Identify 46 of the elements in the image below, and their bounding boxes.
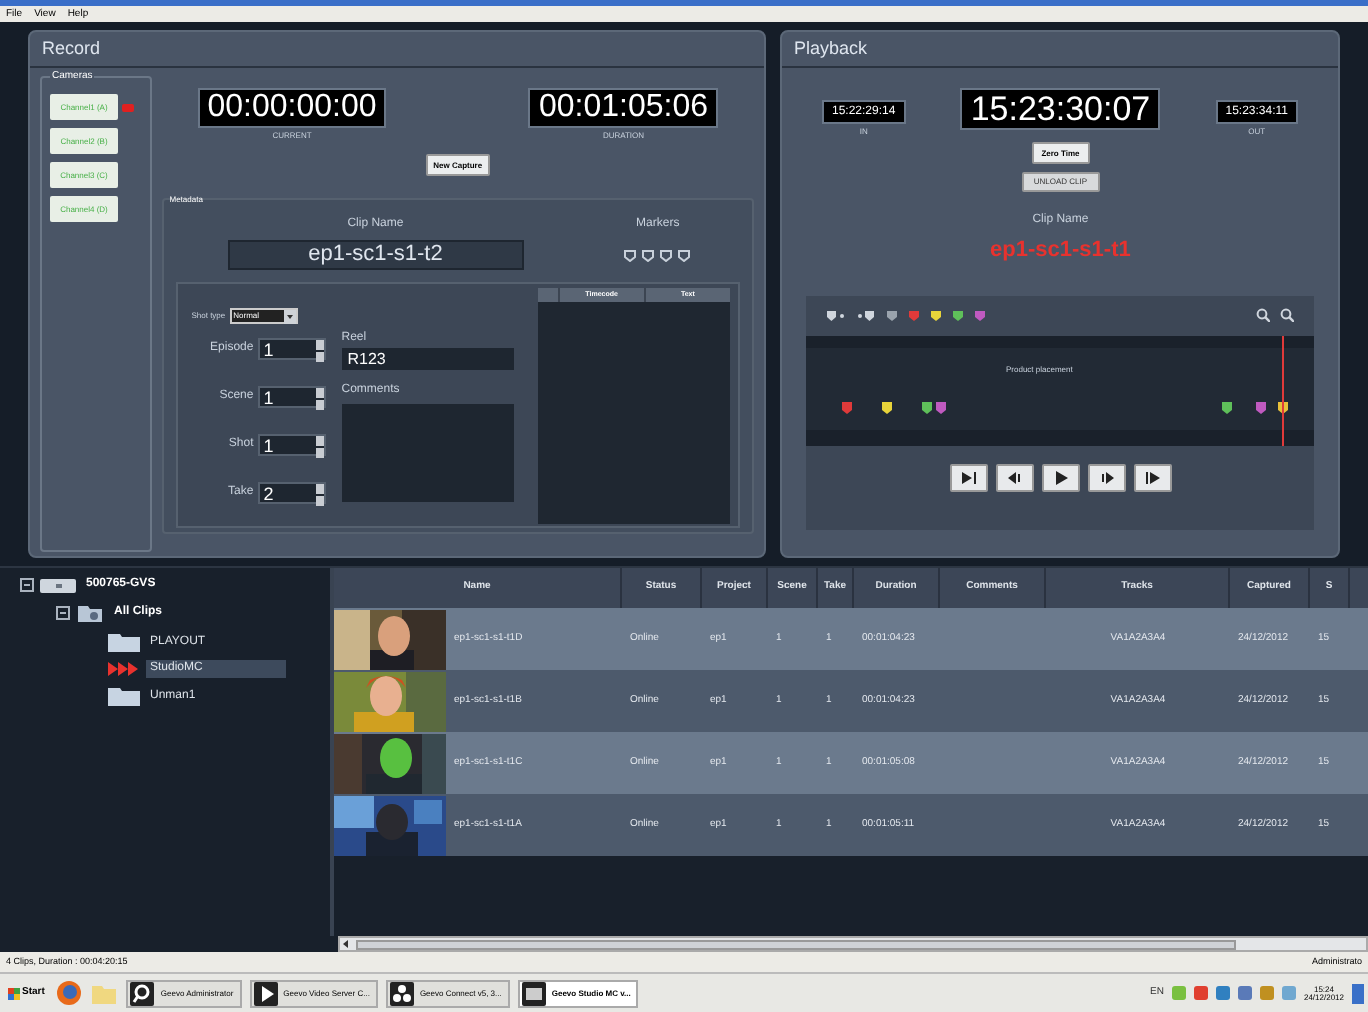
transport-button[interactable] (949, 463, 987, 491)
arrows-icon (108, 660, 140, 678)
marker-icon (642, 250, 655, 262)
app-icon (253, 981, 278, 1005)
transport-button[interactable] (995, 463, 1033, 491)
show-desktop-icon (1352, 983, 1364, 1003)
spin-arrows-icon (315, 340, 324, 362)
clip-name: ep1-sc1-s1-t1 (990, 236, 1131, 266)
horizontal-scrollbar[interactable] (338, 936, 1368, 952)
number-spinner[interactable]: 1 (257, 338, 326, 360)
timecode-display: 15:23:30:07 (960, 88, 1161, 130)
folder-icon (108, 686, 140, 706)
app-icon (130, 981, 155, 1005)
scrollbar-thumb[interactable] (356, 939, 1236, 949)
timecode-display: 00:01:05:06 (528, 88, 718, 128)
spin-arrows-icon (315, 436, 324, 458)
reel-field[interactable]: R123 (341, 348, 514, 370)
comments-field[interactable] (341, 404, 514, 502)
marker-icon (678, 250, 691, 262)
transport-button[interactable] (1087, 463, 1125, 491)
dropdown-arrow-icon (283, 309, 296, 323)
marker-tool-icon (826, 309, 846, 321)
number-spinner[interactable]: 2 (257, 482, 326, 504)
marker-tool-icon (856, 309, 876, 321)
panel-title: Playback (794, 35, 868, 62)
folder-icon (108, 632, 140, 652)
transport-button[interactable] (1133, 463, 1171, 491)
app-icon (521, 981, 546, 1005)
timecode-display: 00:00:00:00 (197, 88, 387, 128)
marker-icon (660, 250, 673, 262)
zoom-icon (1280, 308, 1294, 322)
server-icon (40, 577, 76, 593)
folder-icon (76, 602, 104, 624)
spin-arrows-icon (315, 484, 324, 506)
app-icon (389, 981, 414, 1005)
folder-icon (90, 981, 119, 1005)
panel-title: Record (42, 35, 101, 62)
number-spinner[interactable]: 1 (257, 434, 326, 456)
clip-name-field[interactable]: ep1-sc1-s1-t2 (227, 240, 524, 270)
spin-arrows-icon (315, 388, 324, 410)
windows-icon (8, 987, 20, 999)
zoom-icon (1256, 308, 1270, 322)
number-spinner[interactable]: 1 (257, 386, 326, 408)
browser-icon (56, 980, 83, 1006)
transport-button[interactable] (1041, 463, 1079, 491)
marker-icon (624, 250, 637, 262)
